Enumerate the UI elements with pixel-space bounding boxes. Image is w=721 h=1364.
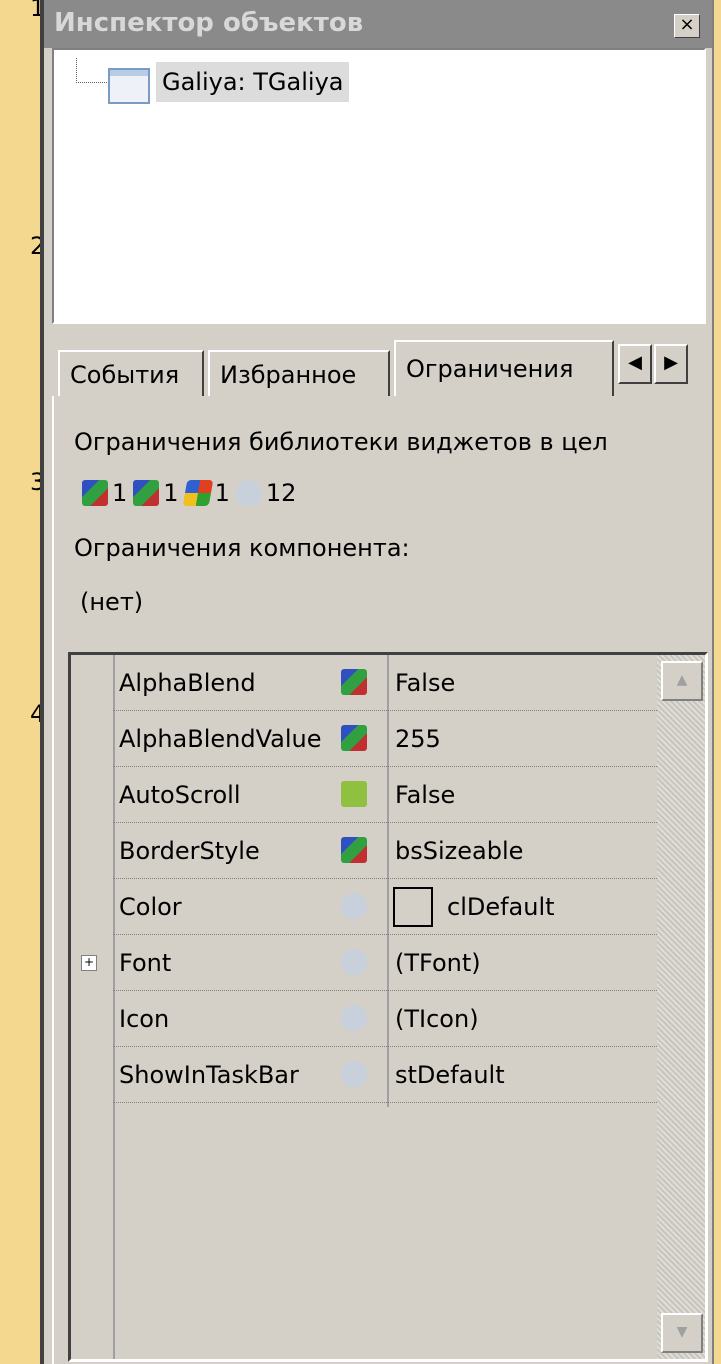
property-value[interactable]: bsSizeable: [395, 823, 523, 879]
arrow-right-icon: ▶: [664, 352, 678, 373]
carbon-count: 12: [265, 479, 297, 507]
window-title: Инспектор объектов: [54, 8, 364, 38]
gtk2-cube-icon: [133, 480, 160, 506]
property-value[interactable]: clDefault: [447, 879, 555, 935]
property-value[interactable]: False: [395, 655, 455, 711]
property-name: Icon: [119, 1005, 170, 1033]
gtk1-cube-icon: [82, 480, 108, 506]
tab-restrictions[interactable]: Ограничения: [394, 340, 614, 396]
property-row-borderstyle[interactable]: BorderStyle bsSizeable: [113, 823, 657, 879]
close-icon: ×: [679, 14, 695, 35]
widgetset-restrictions-heading: Ограничения библиотеки виджетов в цел: [74, 428, 608, 456]
property-value[interactable]: 255: [395, 711, 441, 767]
property-row-color[interactable]: Color clDefault: [113, 879, 657, 935]
widgetset-counts: 1 1 1 12: [82, 476, 302, 510]
title-bar[interactable]: Инспектор объектов ×: [44, 0, 712, 48]
gtk2-count: 1: [163, 479, 179, 507]
property-value[interactable]: (TIcon): [395, 991, 479, 1047]
vertical-scrollbar[interactable]: ▲ ▼: [657, 655, 705, 1359]
component-restrictions-heading: Ограничения компонента:: [74, 534, 410, 562]
carbon-icon: [235, 480, 262, 506]
tab-favorites[interactable]: Избранное: [208, 350, 390, 396]
gtk2-cube-icon: [341, 837, 367, 863]
tab-strip: События Избранное Ограничения ◀ ▶: [52, 336, 706, 396]
arrow-left-icon: ◀: [628, 352, 642, 373]
carbon-icon: [341, 893, 367, 919]
property-value[interactable]: stDefault: [395, 1047, 505, 1103]
object-inspector-window: Инспектор объектов × Galiya: TGaliya Соб…: [40, 0, 714, 1364]
grid-gutter: [71, 655, 115, 1359]
scroll-up-button[interactable]: ▲: [661, 661, 703, 701]
expand-icon[interactable]: +: [81, 955, 97, 971]
property-name: AlphaBlend: [119, 669, 256, 697]
gtk1-count: 1: [112, 479, 128, 507]
property-row-showintaskbar[interactable]: ShowInTaskBar stDefault: [113, 1047, 657, 1103]
property-name: BorderStyle: [119, 837, 260, 865]
property-row-autoscroll[interactable]: AutoScroll False: [113, 767, 657, 823]
color-swatch[interactable]: [393, 887, 433, 927]
property-row-alphablendvalue[interactable]: AlphaBlendValue 255: [113, 711, 657, 767]
qt-icon: [341, 781, 367, 807]
component-tree[interactable]: Galiya: TGaliya: [52, 48, 706, 324]
restrictions-page: Ограничения библиотеки виджетов в цел 1 …: [52, 396, 708, 1364]
property-grid[interactable]: AlphaBlend False AlphaBlendValue 255 Aut…: [68, 652, 708, 1362]
component-restrictions-value: (нет): [80, 588, 144, 616]
win32-count: 1: [214, 479, 230, 507]
property-row-icon[interactable]: Icon (TIcon): [113, 991, 657, 1047]
tree-node-galiya[interactable]: Galiya: TGaliya: [156, 62, 350, 102]
tab-events[interactable]: События: [58, 350, 204, 396]
scroll-down-button[interactable]: ▼: [661, 1313, 703, 1353]
carbon-icon: [341, 949, 367, 975]
tab-scroll-left-button[interactable]: ◀: [618, 344, 652, 384]
win32-icon: [182, 480, 213, 506]
property-row-font[interactable]: + Font (TFont): [81, 935, 657, 991]
property-value[interactable]: (TFont): [395, 935, 481, 991]
form-icon: [108, 68, 150, 104]
property-name: AlphaBlendValue: [119, 725, 322, 753]
carbon-icon: [341, 1005, 367, 1031]
arrow-down-icon: ▼: [676, 1324, 688, 1340]
property-name: Font: [119, 949, 172, 977]
gtk1-cube-icon: [341, 669, 367, 695]
property-name: AutoScroll: [119, 781, 241, 809]
close-button[interactable]: ×: [674, 14, 700, 38]
arrow-up-icon: ▲: [676, 672, 688, 688]
carbon-icon: [341, 1061, 367, 1087]
property-value[interactable]: False: [395, 767, 455, 823]
property-name: Color: [119, 893, 182, 921]
property-row-alphablend[interactable]: AlphaBlend False: [113, 655, 657, 711]
tab-scroll-right-button[interactable]: ▶: [654, 344, 688, 384]
property-name: ShowInTaskBar: [119, 1061, 299, 1089]
gtk1-cube-icon: [341, 725, 367, 751]
